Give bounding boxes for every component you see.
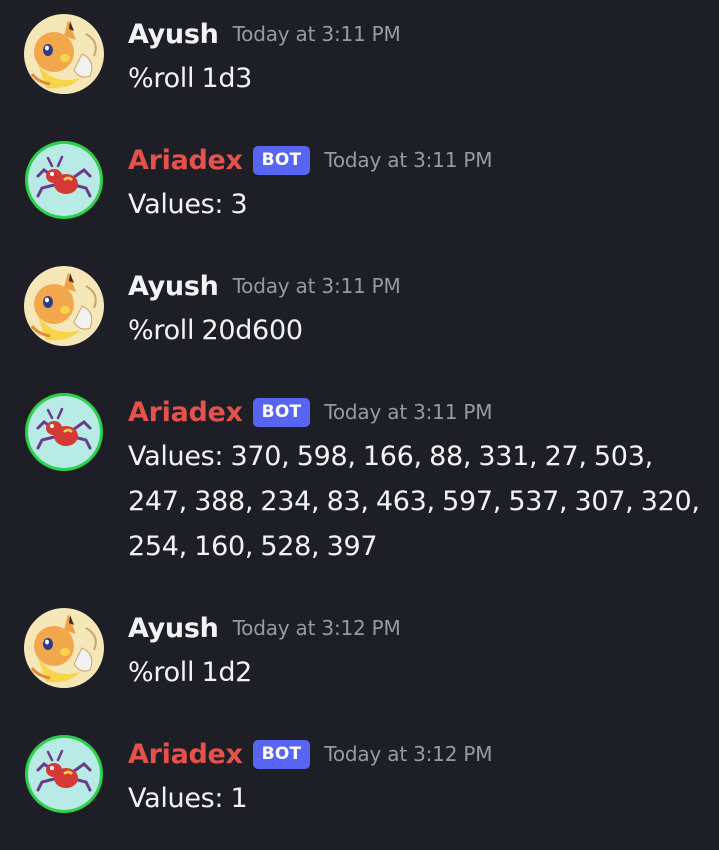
message-content: %roll 1d3 [128,63,253,94]
message-header: Ayush Today at 3:11 PM [128,14,401,54]
message-header: Ariadex BOT Today at 3:12 PM [128,734,493,774]
avatar[interactable] [24,266,104,346]
avatar[interactable] [24,140,104,220]
message-header: Ayush Today at 3:11 PM [128,266,401,306]
message-content: %roll 20d600 [128,315,303,346]
message-content: Values: 370, 598, 166, 88, 331, 27, 503,… [128,441,700,562]
pikachu-pokemon-icon [24,608,104,688]
message-content: Values: 1 [128,783,248,814]
username[interactable]: Ayush [128,613,219,644]
timestamp[interactable]: Today at 3:11 PM [324,148,492,172]
message-header: Ariadex BOT Today at 3:11 PM [128,140,493,180]
avatar[interactable] [24,14,104,94]
bot-badge: BOT [252,145,311,175]
message-content: Values: 3 [128,189,248,220]
avatar[interactable] [24,608,104,688]
username[interactable]: Ayush [128,19,219,50]
ariados-spider-icon [25,141,103,219]
message-header: Ayush Today at 3:12 PM [128,608,401,648]
avatar[interactable] [24,734,104,814]
timestamp[interactable]: Today at 3:11 PM [324,400,492,424]
username[interactable]: Ayush [128,271,219,302]
bot-badge: BOT [252,739,311,769]
message-content: %roll 1d2 [128,657,253,688]
timestamp[interactable]: Today at 3:11 PM [233,22,401,46]
timestamp[interactable]: Today at 3:12 PM [324,742,492,766]
avatar[interactable] [24,392,104,472]
username[interactable]: Ariadex [128,145,243,176]
timestamp[interactable]: Today at 3:11 PM [233,274,401,298]
pikachu-pokemon-icon [24,266,104,346]
ariados-spider-icon [25,393,103,471]
username[interactable]: Ariadex [128,739,243,770]
bot-badge: BOT [252,397,311,427]
timestamp[interactable]: Today at 3:12 PM [233,616,401,640]
pikachu-pokemon-icon [24,14,104,94]
message-header: Ariadex BOT Today at 3:11 PM [128,392,493,432]
ariados-spider-icon [25,735,103,813]
username[interactable]: Ariadex [128,397,243,428]
